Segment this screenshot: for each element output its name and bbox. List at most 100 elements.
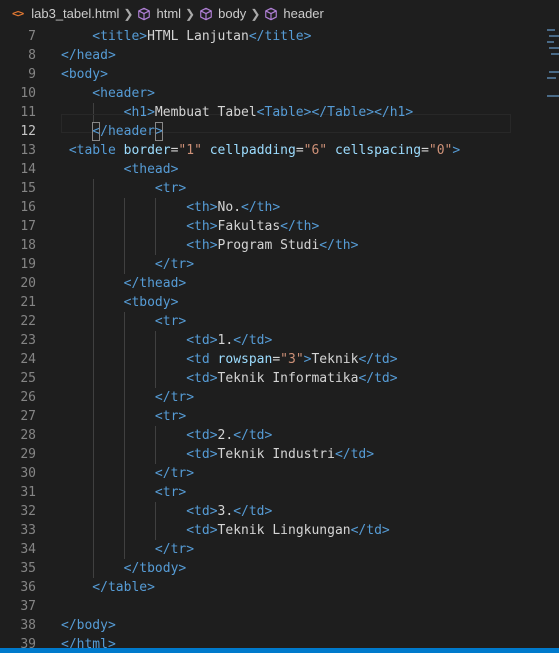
code-text: </tr> [61, 255, 194, 274]
code-line[interactable]: 35 </tbody> [0, 559, 559, 578]
line-number: 24 [20, 352, 36, 367]
code-line[interactable]: 10 <header> [0, 84, 559, 103]
line-number: 17 [20, 219, 36, 234]
line-number: 20 [20, 276, 36, 291]
code-token: <tbody> [61, 295, 179, 310]
code-line[interactable]: 37 [0, 597, 559, 616]
line-number: 31 [20, 485, 36, 500]
code-line[interactable]: 33 <td>Teknik Lingkungan</td> [0, 521, 559, 540]
breadcrumb-item-header[interactable]: header [264, 6, 324, 21]
code-token: </title> [248, 29, 312, 44]
code-editor[interactable]: <> lab3_tabel.html ❯ html ❯ body ❯ heade… [0, 0, 559, 653]
code-token: </tr> [61, 390, 195, 405]
status-bar [0, 648, 559, 653]
code-line[interactable]: 18 <th>Program Studi</th> [0, 236, 559, 255]
code-text: <h1>Membuat Tabel<Table></Table></h1> [61, 103, 414, 122]
code-token: <body> [61, 67, 108, 82]
code-token: </td> [233, 428, 273, 443]
code-line[interactable]: 32 <td>3.</td> [0, 502, 559, 521]
code-text: <td>3.</td> [61, 502, 272, 521]
line-number: 19 [20, 257, 36, 272]
code-token: <td> [61, 523, 218, 538]
code-line[interactable]: 38 </body> [0, 616, 559, 635]
code-line[interactable]: 36 </table> [0, 578, 559, 597]
code-line[interactable]: 27 <tr> [0, 407, 559, 426]
code-token: </td> [233, 504, 273, 519]
code-token: </tr> [61, 257, 195, 272]
code-line[interactable]: 21 <tbody> [0, 293, 559, 312]
code-text: <title>HTML Lanjutan</title> [61, 27, 311, 46]
code-line[interactable]: 28 <td>2.</td> [0, 426, 559, 445]
code-text: </body> [61, 616, 116, 635]
code-token: > [452, 143, 461, 158]
code-text: </tbody> [61, 559, 187, 578]
line-number: 16 [20, 200, 36, 215]
code-line[interactable]: 34 </tr> [0, 540, 559, 559]
code-text: <tr> [61, 483, 186, 502]
code-line[interactable]: 25 <td>Teknik Informatika</td> [0, 369, 559, 388]
code-token: <th> [61, 200, 218, 215]
code-token: border [123, 143, 171, 158]
line-number: 15 [20, 181, 36, 196]
chevron-right-icon: ❯ [250, 6, 261, 21]
code-text: <td rowspan="3">Teknik</td> [61, 350, 397, 369]
code-line[interactable]: 7 <title>HTML Lanjutan</title> [0, 27, 559, 46]
breadcrumb-item-label: html [156, 6, 182, 21]
code-token: Teknik Industri [217, 447, 335, 462]
code-line[interactable]: 12 </header> [0, 122, 559, 141]
line-number: 12 [20, 124, 36, 139]
code-token: </td> [233, 333, 273, 348]
code-token: </tr> [61, 542, 195, 557]
code-line[interactable]: 13 <table border="1" cellpadding="6" cel… [0, 141, 559, 160]
code-token: "6" [303, 143, 328, 158]
code-line[interactable]: 17 <th>Fakultas</th> [0, 217, 559, 236]
cube-icon [138, 7, 151, 20]
code-line[interactable]: 24 <td rowspan="3">Teknik</td> [0, 350, 559, 369]
code-token: </tr> [61, 466, 195, 481]
breadcrumb-item-body[interactable]: body [199, 6, 246, 21]
breadcrumb-file[interactable]: <> lab3_tabel.html [12, 6, 119, 21]
code-line[interactable]: 20 </thead> [0, 274, 559, 293]
code-token: Teknik Informatika [217, 371, 359, 386]
line-number: 38 [20, 618, 36, 633]
line-number: 10 [20, 86, 36, 101]
code-line[interactable]: 8 </head> [0, 46, 559, 65]
minimap[interactable] [545, 27, 559, 107]
code-line[interactable]: 15 <tr> [0, 179, 559, 198]
code-line[interactable]: 19 </tr> [0, 255, 559, 274]
code-token: <td> [61, 333, 218, 348]
line-number: 25 [20, 371, 36, 386]
code-token: Teknik Lingkungan [217, 523, 351, 538]
line-number: 9 [28, 67, 36, 82]
code-text: </tr> [61, 464, 194, 483]
code-line[interactable]: 9 <body> [0, 65, 559, 84]
code-token: "1" [178, 143, 202, 158]
code-text: <body> [61, 65, 108, 84]
line-number: 14 [20, 162, 36, 177]
bracket-match: < [92, 122, 101, 141]
code-line[interactable]: 30 </tr> [0, 464, 559, 483]
code-token: </th> [319, 238, 359, 253]
code-line[interactable]: 14 <thead> [0, 160, 559, 179]
code-line[interactable]: 11 <h1>Membuat Tabel<Table></Table></h1> [0, 103, 559, 122]
code-token: rowspan [217, 352, 273, 367]
code-token: </td> [334, 447, 375, 462]
line-number: 30 [20, 466, 36, 481]
code-token: <td [61, 352, 218, 367]
code-token: <td> [61, 504, 218, 519]
code-token: "3" [280, 352, 304, 367]
code-token: 2. [217, 428, 234, 443]
code-text: <td>Teknik Industri</td> [61, 445, 374, 464]
code-line[interactable]: 22 <tr> [0, 312, 559, 331]
code-line[interactable]: 29 <td>Teknik Industri</td> [0, 445, 559, 464]
breadcrumb-item-html[interactable]: html [137, 6, 181, 21]
code-line[interactable]: 31 <tr> [0, 483, 559, 502]
code-lines[interactable]: 7 <title>HTML Lanjutan</title> 8 </head> 9 <… [0, 27, 559, 653]
code-token: = [272, 352, 281, 367]
code-text: <td>1.</td> [61, 331, 272, 350]
code-line[interactable]: 16 <th>No.</th> [0, 198, 559, 217]
code-text: <thead> [61, 160, 179, 179]
code-token: No. [217, 200, 242, 215]
code-line[interactable]: 23 <td>1.</td> [0, 331, 559, 350]
code-line[interactable]: 26 </tr> [0, 388, 559, 407]
